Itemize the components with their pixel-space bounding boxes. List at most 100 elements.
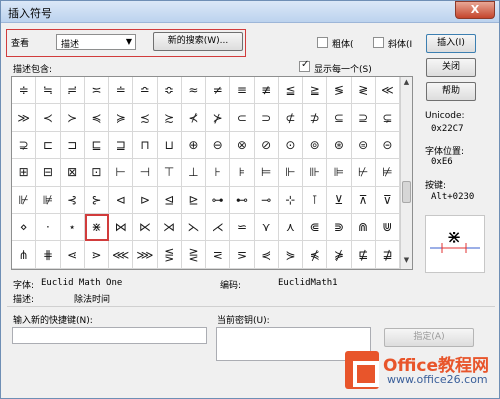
symbol-cell[interactable]: ⋏ xyxy=(278,213,303,242)
symbol-cell[interactable]: ⊚ xyxy=(303,131,328,160)
scroll-thumb[interactable] xyxy=(402,181,411,203)
symbol-cell[interactable]: ⊤ xyxy=(157,159,182,187)
symbol-cell[interactable]: ⋟ xyxy=(278,241,303,269)
view-dropdown[interactable]: 描述 ▼ xyxy=(56,34,136,50)
symbol-cell[interactable]: ⊓ xyxy=(133,131,158,160)
symbol-cell[interactable]: ⊑ xyxy=(84,131,109,160)
symbol-cell[interactable]: ≶ xyxy=(327,77,352,105)
symbol-cell[interactable]: ⊨ xyxy=(254,159,279,187)
symbol-cell[interactable]: ⊄ xyxy=(278,104,303,132)
symbol-cell[interactable]: ⊅ xyxy=(303,104,328,132)
symbol-cell[interactable]: ⋄ xyxy=(12,213,37,242)
bold-checkbox[interactable] xyxy=(317,37,328,48)
symbol-cell[interactable]: ⊹ xyxy=(278,186,303,214)
symbol-cell[interactable]: ⊵ xyxy=(181,186,206,214)
symbol-cell[interactable]: ⊔ xyxy=(157,131,182,160)
symbol-cell[interactable]: ⊡ xyxy=(84,159,109,187)
symbol-cell[interactable]: ≢ xyxy=(254,77,279,105)
symbol-cell[interactable]: ≍ xyxy=(84,77,109,105)
symbol-cell[interactable]: ⊁ xyxy=(206,104,231,132)
symbol-cell[interactable]: ⊪ xyxy=(303,159,328,187)
show-each-checkbox[interactable] xyxy=(299,59,310,72)
symbol-cell[interactable]: ⊝ xyxy=(375,131,400,160)
symbol-cell[interactable]: ⊣ xyxy=(133,159,158,187)
symbol-cell[interactable]: ⋖ xyxy=(60,241,85,269)
symbol-cell[interactable]: ⊊ xyxy=(375,104,400,132)
symbol-cell[interactable]: ≦ xyxy=(278,77,303,105)
symbol-cell[interactable]: ≿ xyxy=(157,104,182,132)
symbol-cell[interactable]: ≪ xyxy=(375,77,400,105)
symbol-cell[interactable]: ⋕ xyxy=(36,241,61,269)
symbol-cell[interactable]: ⋆ xyxy=(60,213,85,242)
symbol-cell[interactable]: ⋋ xyxy=(181,213,206,242)
symbol-cell[interactable]: ⊕ xyxy=(181,131,206,160)
symbol-cell[interactable]: ⋠ xyxy=(303,241,328,269)
close-button[interactable]: 关闭 xyxy=(426,58,476,77)
symbol-cell[interactable]: ⋛ xyxy=(181,241,206,269)
italic-checkbox[interactable] xyxy=(373,37,384,48)
symbol-cell[interactable]: ⋞ xyxy=(254,241,279,269)
symbol-cell[interactable]: ⋜ xyxy=(206,241,231,269)
symbol-cell[interactable]: ⊼ xyxy=(351,186,376,214)
symbol-cell[interactable]: ⊞ xyxy=(12,159,37,187)
symbol-cell[interactable]: ⊛ xyxy=(327,131,352,160)
symbol-cell[interactable]: ⊶ xyxy=(206,186,231,214)
symbol-cell[interactable]: ⋘ xyxy=(109,241,134,269)
symbol-cell[interactable]: ⊃ xyxy=(254,104,279,132)
symbol-cell[interactable]: ⊟ xyxy=(36,159,61,187)
symbol-cell[interactable]: ≷ xyxy=(351,77,376,105)
symbol-cell[interactable]: ⊽ xyxy=(375,186,400,214)
symbol-cell-selected[interactable]: ⋇ xyxy=(84,213,109,242)
symbol-cell[interactable]: ⋎ xyxy=(254,213,279,242)
symbol-cell[interactable]: ≻ xyxy=(60,104,85,132)
symbol-cell[interactable]: ⊋ xyxy=(12,131,37,160)
symbol-cell[interactable]: ⋔ xyxy=(12,241,37,269)
symbol-cell[interactable]: ⋢ xyxy=(351,241,376,269)
symbol-cell[interactable]: ⋒ xyxy=(351,213,376,242)
symbol-cell[interactable]: ≧ xyxy=(303,77,328,105)
symbol-cell[interactable]: ≐ xyxy=(109,77,134,105)
symbol-cell[interactable]: ≠ xyxy=(206,77,231,105)
symbol-cell[interactable]: ⊒ xyxy=(109,131,134,160)
symbol-cell[interactable]: ⊗ xyxy=(230,131,255,160)
symbol-cell[interactable]: ⋗ xyxy=(84,241,109,269)
symbol-cell[interactable]: ⊮ xyxy=(12,186,37,214)
symbol-cell[interactable]: ⊐ xyxy=(60,131,85,160)
symbol-cell[interactable]: ⋓ xyxy=(375,213,400,242)
symbol-cell[interactable]: ⊸ xyxy=(254,186,279,214)
symbol-cell[interactable]: ⊴ xyxy=(157,186,182,214)
symbol-cell[interactable]: ⋉ xyxy=(133,213,158,242)
symbol-cell[interactable]: ⊲ xyxy=(109,186,134,214)
symbol-cell[interactable]: ≎ xyxy=(157,77,182,105)
symbol-cell[interactable]: ≓ xyxy=(60,77,85,105)
symbol-cell[interactable]: ⊂ xyxy=(230,104,255,132)
symbol-cell[interactable]: ⊩ xyxy=(278,159,303,187)
scroll-down-icon[interactable]: ▼ xyxy=(401,256,412,268)
symbol-cell[interactable]: ≑ xyxy=(12,77,37,105)
symbol-cell[interactable]: ≈ xyxy=(181,77,206,105)
symbol-cell[interactable]: ⋊ xyxy=(157,213,182,242)
help-button[interactable]: 帮助 xyxy=(426,82,476,101)
symbol-cell[interactable]: ⊻ xyxy=(327,186,352,214)
symbol-cell[interactable]: ⋍ xyxy=(230,213,255,242)
symbol-cell[interactable]: ⊭ xyxy=(375,159,400,187)
symbol-cell[interactable]: ≒ xyxy=(36,77,61,105)
symbol-cell[interactable]: ≏ xyxy=(133,77,158,105)
symbol-cell[interactable]: ≫ xyxy=(12,104,37,132)
symbol-cell[interactable]: ⊯ xyxy=(36,186,61,214)
symbol-cell[interactable]: ⊖ xyxy=(206,131,231,160)
symbol-cell[interactable]: ⊳ xyxy=(133,186,158,214)
symbol-cell[interactable]: ≽ xyxy=(109,104,134,132)
vertical-scrollbar[interactable]: ▲ ▼ xyxy=(400,77,412,269)
symbol-cell[interactable]: ⋑ xyxy=(327,213,352,242)
symbol-cell[interactable]: ⊘ xyxy=(254,131,279,160)
symbol-cell[interactable]: ⊢ xyxy=(109,159,134,187)
symbol-cell[interactable]: ⋈ xyxy=(109,213,134,242)
symbol-cell[interactable]: ⊥ xyxy=(181,159,206,187)
symbol-cell[interactable]: ⊆ xyxy=(327,104,352,132)
symbol-cell[interactable]: ⊇ xyxy=(351,104,376,132)
symbol-cell[interactable]: ≼ xyxy=(84,104,109,132)
symbol-cell[interactable]: ⋣ xyxy=(375,241,400,269)
symbol-cell[interactable]: ⋐ xyxy=(303,213,328,242)
close-window-button[interactable]: X xyxy=(455,1,495,19)
